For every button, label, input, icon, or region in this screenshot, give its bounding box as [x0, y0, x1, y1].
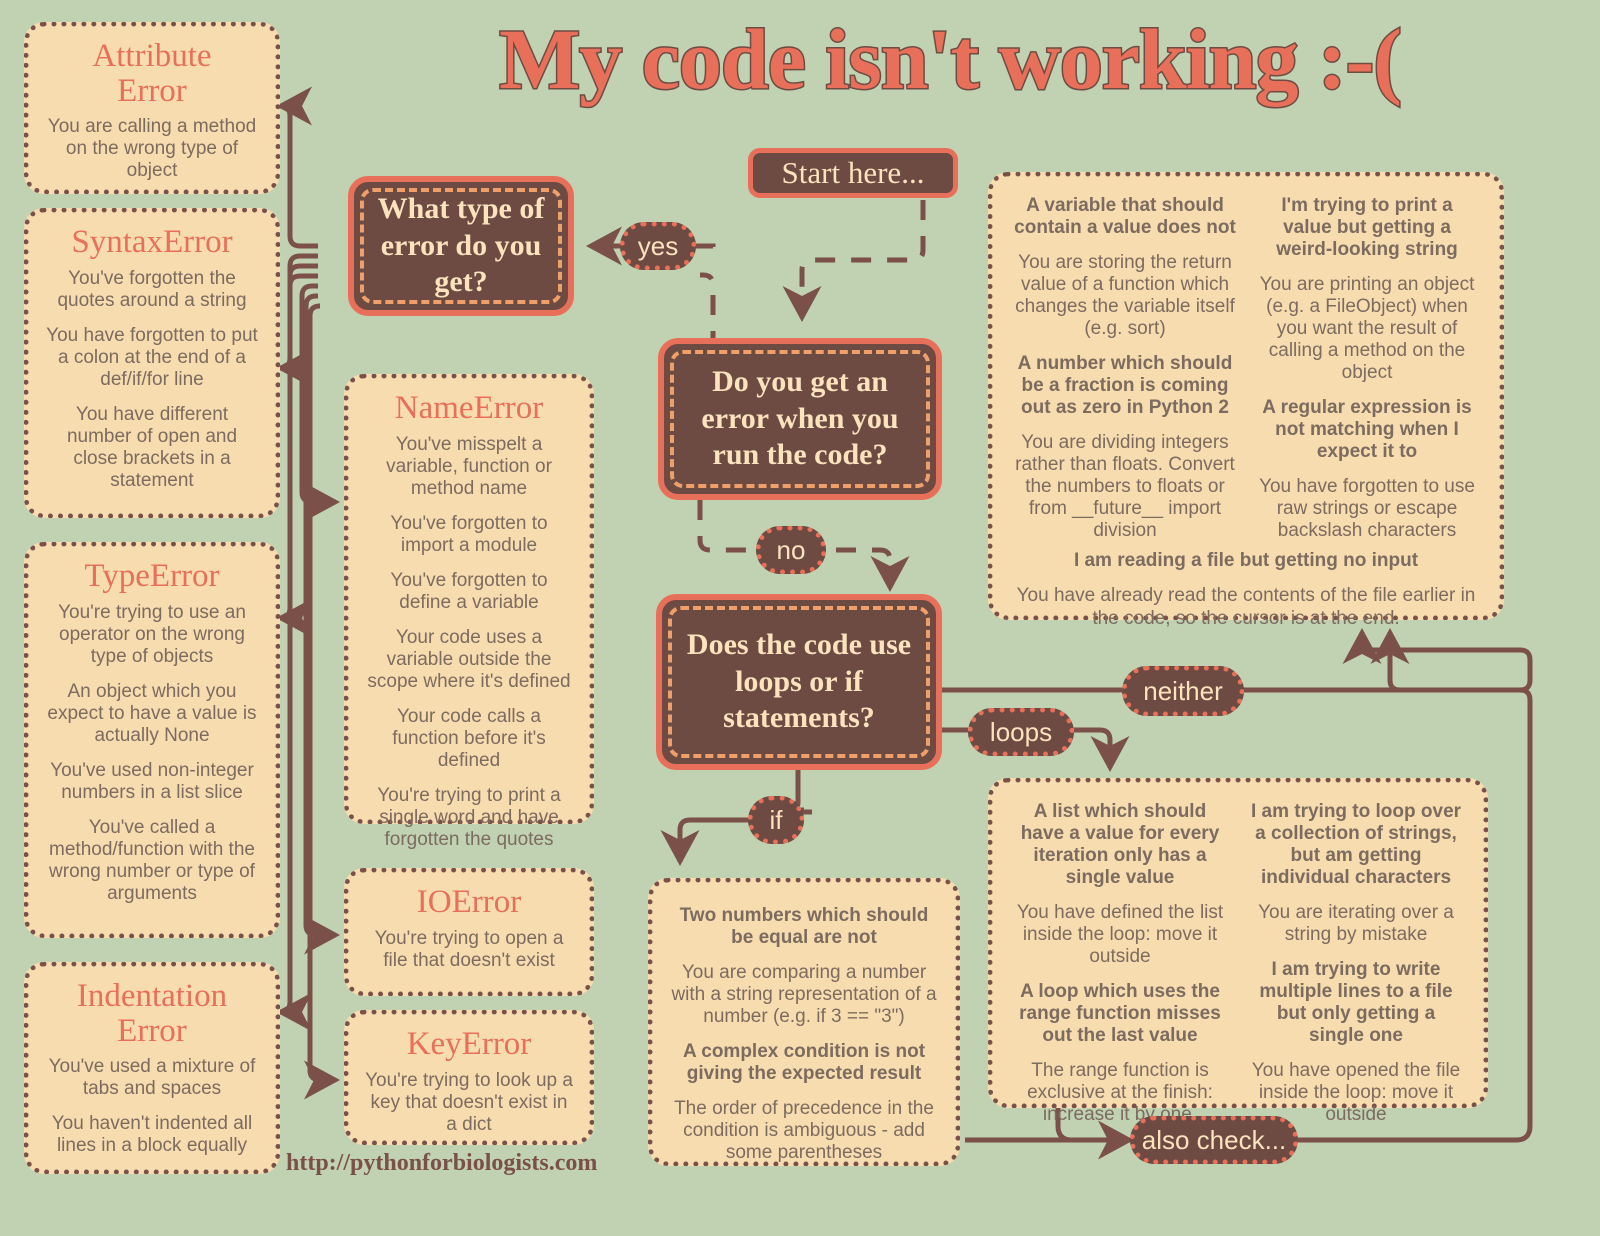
- edge-label-neither[interactable]: neither: [1122, 666, 1244, 716]
- error-cause: You're trying to look up a key that does…: [365, 1069, 573, 1135]
- start-node-label: Start here...: [781, 155, 925, 190]
- error-cause: You're trying to use an operator on the …: [58, 601, 246, 667]
- error-card-title: Attribute Error: [92, 38, 212, 109]
- advice-heading: I'm trying to print a value but getting …: [1276, 195, 1458, 261]
- edge-label-loops-text: loops: [989, 716, 1053, 747]
- decision-run-error[interactable]: Do you get an error when you run the cod…: [658, 338, 942, 500]
- error-cause: You are calling a method on the wrong ty…: [47, 116, 257, 182]
- error-card-title: SyntaxError: [71, 224, 233, 260]
- advice-column-right: I am trying to loop over a collection of…: [1247, 801, 1465, 1126]
- error-card-indentation-error: Indentation Error You've used a mixture o…: [24, 962, 280, 1174]
- error-cause: You have forgotten to put a colon at the…: [46, 324, 258, 390]
- edge-label-if-text: if: [769, 804, 783, 835]
- error-cause: You've forgotten to import a module: [390, 512, 548, 556]
- edge-label-yes[interactable]: yes: [620, 222, 696, 270]
- advice-body: You are storing the return value of a fu…: [1015, 252, 1235, 340]
- advice-column-right: I'm trying to print a value but getting …: [1255, 195, 1479, 542]
- error-cause: You've forgotten to define a variable: [390, 569, 548, 613]
- advice-heading: I am reading a file but getting no input: [1073, 550, 1419, 572]
- page-title: My code isn't working :-(: [498, 11, 1404, 107]
- site-url[interactable]: http://pythonforbiologists.com: [286, 1150, 597, 1177]
- error-cause: You've misspelt a variable, function or …: [386, 433, 552, 499]
- advice-body: You are comparing a number with a string…: [671, 962, 937, 1028]
- advice-body: You are printing an object (e.g. a FileO…: [1259, 274, 1475, 384]
- advice-body: You have forgotten to use raw strings or…: [1259, 476, 1475, 542]
- error-cause: Your code uses a variable outside the sc…: [367, 626, 571, 692]
- error-cause: You've used a mixture of tabs and spaces: [48, 1056, 256, 1100]
- decision-error-type-label: What type of error do you get?: [360, 188, 562, 304]
- start-node[interactable]: Start here...: [748, 148, 958, 198]
- error-cause: You're trying to print a single word and…: [377, 785, 561, 851]
- error-card-title: TypeError: [84, 558, 220, 594]
- edge-label-if[interactable]: if: [748, 796, 804, 844]
- error-cause: An object which you expect to have a val…: [47, 680, 257, 746]
- edge-label-loops[interactable]: loops: [968, 708, 1074, 756]
- advice-column-left: A variable that should contain a value d…: [1013, 195, 1237, 542]
- edge-label-also-check[interactable]: also check...: [1130, 1116, 1298, 1164]
- advice-column-left: A list which should have a value for eve…: [1011, 801, 1229, 1126]
- error-card-title: NameError: [394, 390, 544, 426]
- advice-body: You have defined the list inside the loo…: [1016, 902, 1224, 968]
- advice-body: You have already read the contents of th…: [1016, 585, 1476, 629]
- error-card-io-error: IOError You're trying to open a file tha…: [344, 868, 594, 996]
- error-card-key-error: KeyError You're trying to look up a key …: [344, 1010, 594, 1145]
- error-card-title: KeyError: [406, 1026, 532, 1062]
- advice-heading: I am trying to loop over a collection of…: [1250, 801, 1462, 889]
- advice-heading: A loop which uses the range function mis…: [1019, 981, 1221, 1047]
- error-cause: You have different number of open and cl…: [66, 403, 238, 491]
- error-cause: You've used non-integer numbers in a lis…: [50, 759, 254, 803]
- error-card-title: IOError: [416, 884, 522, 920]
- edge-label-yes-text: yes: [637, 230, 679, 261]
- advice-heading: A variable that should contain a value d…: [1014, 195, 1236, 239]
- decision-error-type[interactable]: What type of error do you get?: [348, 176, 574, 316]
- decision-run-error-label: Do you get an error when you run the cod…: [670, 350, 930, 488]
- error-card-attribute-error: Attribute Error You are calling a method …: [24, 22, 280, 194]
- advice-body: You are dividing integers rather than fl…: [1015, 432, 1235, 542]
- error-card-syntax-error: SyntaxError You've forgotten the quotes …: [24, 208, 280, 518]
- advice-body: You are iterating over a string by mista…: [1258, 902, 1454, 946]
- error-cause: You're trying to open a file that doesn'…: [374, 927, 564, 971]
- edge-label-no-text: no: [776, 534, 806, 565]
- error-card-type-error: TypeError You're trying to use an operat…: [24, 542, 280, 938]
- advice-panel-loops: A list which should have a value for eve…: [988, 778, 1488, 1125]
- advice-body: The order of precedence in the condition…: [674, 1098, 934, 1164]
- edge-label-also-check-text: also check...: [1141, 1124, 1287, 1155]
- advice-heading: A regular expression is not matching whe…: [1262, 397, 1472, 463]
- advice-heading: A number which should be a fraction is c…: [1017, 353, 1233, 419]
- advice-panel-if: Two numbers which should be equal are no…: [648, 878, 960, 1166]
- advice-panel-no-error: A variable that should contain a value d…: [988, 172, 1504, 629]
- decision-loops-or-if-label: Does the code use loops or if statements…: [668, 606, 930, 758]
- error-cause: You've forgotten the quotes around a str…: [57, 267, 247, 311]
- error-cause: You've called a method/function with the…: [49, 816, 255, 904]
- advice-heading: Two numbers which should be equal are no…: [679, 905, 929, 949]
- error-cause: You haven't indented all lines in a bloc…: [51, 1113, 253, 1157]
- edge-label-no[interactable]: no: [756, 526, 826, 574]
- error-cause: Your code calls a function before it's d…: [392, 705, 546, 772]
- infographic-canvas: My code isn't working :-( Attribute Error…: [0, 0, 1600, 1236]
- error-card-title: Indentation Error: [76, 978, 228, 1049]
- advice-heading: A complex condition is not giving the ex…: [682, 1041, 926, 1085]
- edge-label-neither-text: neither: [1143, 675, 1223, 706]
- advice-heading: I am trying to write multiple lines to a…: [1259, 959, 1453, 1047]
- advice-footer: I am reading a file but getting no input…: [1013, 550, 1479, 629]
- error-card-name-error: NameError You've misspelt a variable, fu…: [344, 374, 594, 850]
- advice-heading: A list which should have a value for eve…: [1020, 801, 1220, 889]
- decision-loops-or-if[interactable]: Does the code use loops or if statements…: [656, 594, 942, 770]
